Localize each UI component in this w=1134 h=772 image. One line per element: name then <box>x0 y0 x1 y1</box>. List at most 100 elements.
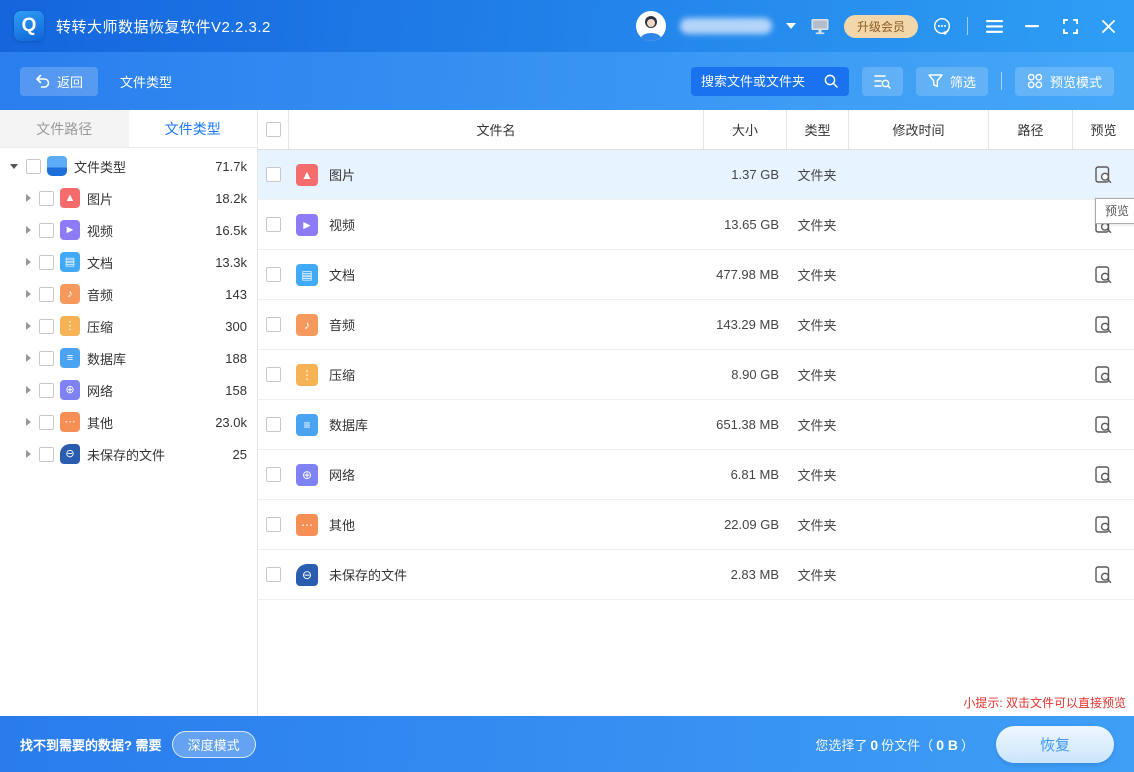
menu-hamburger-icon[interactable] <box>982 14 1006 38</box>
back-button[interactable]: 返回 <box>20 67 98 96</box>
column-header-filename[interactable]: 文件名 <box>288 110 703 149</box>
column-header-modified[interactable]: 修改时间 <box>848 110 988 149</box>
tree-checkbox[interactable] <box>39 255 54 270</box>
table-row[interactable]: ▲图片1.37 GB文件夹 <box>258 150 1134 200</box>
tree-item-image[interactable]: ▲图片18.2k <box>0 182 257 214</box>
table-row[interactable]: ≡数据库651.38 MB文件夹 <box>258 400 1134 450</box>
preview-button[interactable] <box>1093 364 1114 386</box>
expand-arrow-right-icon[interactable] <box>26 450 31 458</box>
row-checkbox[interactable] <box>266 467 281 482</box>
user-avatar[interactable] <box>636 11 666 41</box>
tree-item-count: 143 <box>225 287 247 302</box>
filter-button-label: 筛选 <box>950 72 976 91</box>
file-size: 6.81 MB <box>703 467 786 482</box>
tree-checkbox[interactable] <box>39 383 54 398</box>
tree-item-network[interactable]: ⊕网络158 <box>0 374 257 406</box>
tree-item-database[interactable]: ≡数据库188 <box>0 342 257 374</box>
tree-item-label: 压缩 <box>87 317 113 336</box>
tree-item-audio[interactable]: ♪音频143 <box>0 278 257 310</box>
tree-item-document[interactable]: ▤文档13.3k <box>0 246 257 278</box>
column-header-size[interactable]: 大小 <box>703 110 786 149</box>
row-checkbox-cell <box>258 567 288 582</box>
expand-arrow-right-icon[interactable] <box>26 386 31 394</box>
tree-checkbox[interactable] <box>39 351 54 366</box>
expand-arrow-right-icon[interactable] <box>26 194 31 202</box>
preview-button[interactable] <box>1093 414 1114 436</box>
preview-button[interactable] <box>1093 314 1114 336</box>
deep-mode-button[interactable]: 深度模式 <box>172 731 256 758</box>
tree-item-unsaved[interactable]: ⊖未保存的文件25 <box>0 438 257 470</box>
preview-mode-button[interactable]: 预览模式 <box>1015 67 1114 96</box>
preview-button[interactable] <box>1093 464 1114 486</box>
toolbar: 返回 文件类型 筛选 预览模式 <box>0 52 1134 110</box>
row-checkbox[interactable] <box>266 317 281 332</box>
app-logo-icon: Q <box>14 11 44 41</box>
funnel-icon <box>928 74 943 88</box>
expand-arrow-right-icon[interactable] <box>26 258 31 266</box>
tree-item-archive[interactable]: ⋮压缩300 <box>0 310 257 342</box>
row-checkbox[interactable] <box>266 417 281 432</box>
file-type: 文件夹 <box>786 215 848 234</box>
audio-icon: ♪ <box>60 284 80 304</box>
table-row[interactable]: ⋮压缩8.90 GB文件夹 <box>258 350 1134 400</box>
table-row[interactable]: ⊕网络6.81 MB文件夹 <box>258 450 1134 500</box>
table-row[interactable]: ♪音频143.29 MB文件夹 <box>258 300 1134 350</box>
table-row[interactable]: ⊖未保存的文件2.83 MB文件夹 <box>258 550 1134 600</box>
tree-checkbox[interactable] <box>39 223 54 238</box>
preview-button[interactable] <box>1093 164 1114 186</box>
table-row[interactable]: ►视频13.65 GB文件夹 <box>258 200 1134 250</box>
monitor-icon[interactable] <box>810 17 830 35</box>
search-input[interactable] <box>701 74 823 89</box>
file-name: 未保存的文件 <box>329 565 407 584</box>
row-checkbox[interactable] <box>266 567 281 582</box>
search-in-list-button[interactable] <box>862 67 903 96</box>
row-checkbox[interactable] <box>266 267 281 282</box>
row-checkbox[interactable] <box>266 217 281 232</box>
fullscreen-button[interactable] <box>1058 14 1082 38</box>
filter-button[interactable]: 筛选 <box>916 67 988 96</box>
tree-item-video[interactable]: ►视频16.5k <box>0 214 257 246</box>
expand-arrow-right-icon[interactable] <box>26 354 31 362</box>
preview-button[interactable] <box>1093 514 1114 536</box>
tree-checkbox[interactable] <box>39 287 54 302</box>
tree-item-count: 188 <box>225 351 247 366</box>
expand-arrow-down-icon[interactable] <box>10 164 18 169</box>
expand-arrow-right-icon[interactable] <box>26 418 31 426</box>
back-button-label: 返回 <box>57 72 83 91</box>
preview-button[interactable] <box>1093 264 1114 286</box>
expand-arrow-right-icon[interactable] <box>26 290 31 298</box>
tree-checkbox[interactable] <box>26 159 41 174</box>
tree-item-drive[interactable]: 文件类型71.7k <box>0 150 257 182</box>
tree-checkbox[interactable] <box>39 415 54 430</box>
tree-checkbox[interactable] <box>39 191 54 206</box>
table-row[interactable]: ▤文档477.98 MB文件夹 <box>258 250 1134 300</box>
row-checkbox[interactable] <box>266 367 281 382</box>
column-header-preview[interactable]: 预览 <box>1072 110 1134 149</box>
recover-button[interactable]: 恢复 <box>996 726 1114 763</box>
selected-count: 0 <box>867 737 881 753</box>
column-header-type[interactable]: 类型 <box>786 110 848 149</box>
select-all-checkbox[interactable] <box>266 122 281 137</box>
column-header-path[interactable]: 路径 <box>988 110 1072 149</box>
table-row[interactable]: ⋯其他22.09 GB文件夹 <box>258 500 1134 550</box>
tree-checkbox[interactable] <box>39 447 54 462</box>
toolbar-divider <box>1001 72 1002 90</box>
tree-checkbox[interactable] <box>39 319 54 334</box>
search-icon[interactable] <box>823 73 839 89</box>
row-checkbox[interactable] <box>266 517 281 532</box>
expand-arrow-right-icon[interactable] <box>26 226 31 234</box>
tree-item-other[interactable]: ⋯其他23.0k <box>0 406 257 438</box>
search-box[interactable] <box>691 67 849 96</box>
minimize-button[interactable] <box>1020 14 1044 38</box>
upgrade-membership-button[interactable]: 升级会员 <box>844 15 918 38</box>
audio-icon: ♪ <box>296 314 318 336</box>
chevron-down-icon[interactable] <box>786 23 796 29</box>
close-button[interactable] <box>1096 14 1120 38</box>
support-headset-icon[interactable] <box>932 16 953 37</box>
double-click-tip: 小提示: 双击文件可以直接预览 <box>963 694 1126 711</box>
tab-file-path[interactable]: 文件路径 <box>0 110 129 147</box>
row-checkbox[interactable] <box>266 167 281 182</box>
tab-file-type[interactable]: 文件类型 <box>129 110 258 147</box>
expand-arrow-right-icon[interactable] <box>26 322 31 330</box>
preview-button[interactable] <box>1093 564 1114 586</box>
